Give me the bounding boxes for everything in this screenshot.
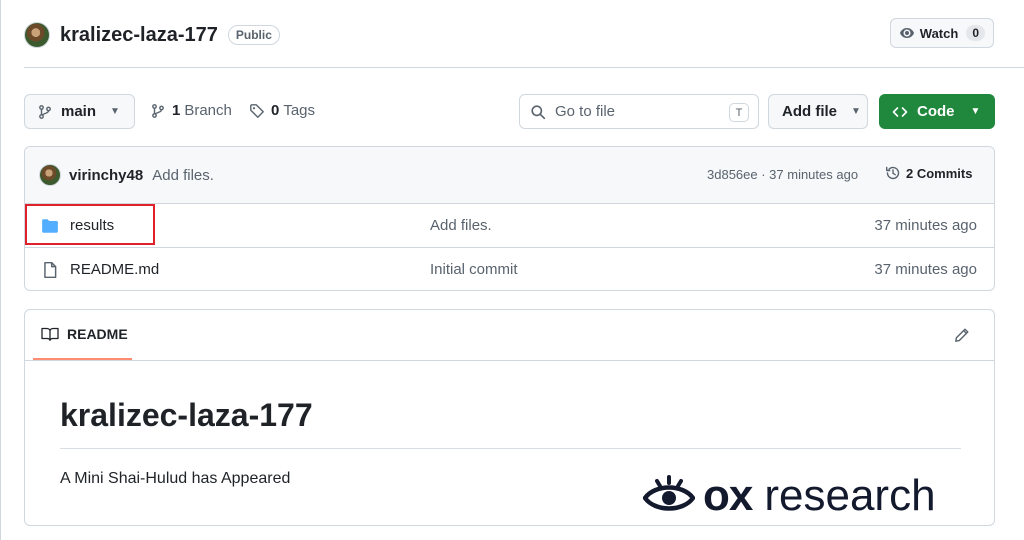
- go-to-file-input[interactable]: Go to file T: [519, 94, 759, 129]
- file-row[interactable]: README.md Initial commit 37 minutes ago: [25, 248, 994, 290]
- code-button[interactable]: Code ▼: [879, 94, 995, 129]
- chevron-down-icon: ▼: [970, 106, 981, 117]
- readme-title-divider: [60, 448, 961, 449]
- book-icon: [41, 327, 59, 341]
- ox-research-logo: ox research: [643, 474, 936, 518]
- code-icon: [892, 106, 908, 117]
- code-label: Code: [917, 103, 955, 120]
- add-file-label: Add file: [782, 103, 837, 120]
- latest-commit-bar: virinchy48 Add files. 3d856ee · 37 minut…: [25, 147, 994, 204]
- header-divider: [24, 67, 1024, 68]
- branch-count-label: Branch: [184, 102, 232, 119]
- window-edge: [0, 0, 1, 540]
- eye-icon: [899, 28, 914, 38]
- readme-header: README: [25, 310, 994, 361]
- file-icon: [44, 261, 57, 279]
- chevron-down-icon: ▼: [110, 106, 120, 117]
- tag-count: 0: [271, 102, 280, 119]
- keyboard-shortcut-hint: T: [729, 103, 749, 122]
- tag-icon: [250, 103, 264, 118]
- commit-meta[interactable]: 3d856ee · 37 minutes ago: [707, 167, 858, 182]
- file-commit-message[interactable]: Add files.: [430, 217, 492, 234]
- commits-count-label: 2 Commits: [906, 165, 973, 181]
- add-file-button[interactable]: Add file ▼: [768, 94, 868, 129]
- active-tab-underline: [33, 358, 132, 360]
- file-commit-time: 37 minutes ago: [874, 261, 977, 278]
- commit-author-avatar[interactable]: [39, 164, 61, 186]
- search-placeholder: Go to file: [555, 103, 616, 120]
- logo-suffix-text: research: [764, 471, 936, 520]
- chevron-down-icon: ▼: [851, 106, 861, 117]
- file-name-link[interactable]: README.md: [70, 261, 159, 278]
- readme-tab-label: README: [67, 326, 128, 342]
- branch-count: 1: [172, 102, 181, 119]
- watch-count: 0: [966, 25, 985, 41]
- search-icon: [531, 104, 546, 119]
- repo-name[interactable]: kralizec-laza-177: [60, 24, 218, 47]
- commit-author[interactable]: virinchy48: [69, 167, 143, 184]
- tab-readme[interactable]: README: [41, 326, 128, 342]
- file-commit-message[interactable]: Initial commit: [430, 261, 518, 278]
- branches-link[interactable]: 1 Branch: [150, 102, 232, 119]
- watch-button[interactable]: Watch 0: [889, 18, 994, 48]
- file-row[interactable]: results Add files. 37 minutes ago: [25, 204, 994, 248]
- branch-icon: [39, 104, 51, 119]
- visibility-badge: Public: [227, 25, 280, 45]
- eye-logo-icon: [643, 475, 695, 511]
- file-commit-time: 37 minutes ago: [874, 217, 977, 234]
- readme-panel: README kralizec-laza-177 A Mini Shai-Hul…: [24, 309, 995, 526]
- logo-brand-text: ox: [703, 471, 753, 520]
- branch-select-button[interactable]: main ▼: [24, 94, 135, 129]
- history-icon: [886, 166, 900, 180]
- commits-history-link[interactable]: 2 Commits: [885, 165, 972, 181]
- watch-label: Watch: [919, 25, 959, 41]
- commit-message[interactable]: Add files.: [152, 167, 214, 184]
- branch-icon: [152, 103, 164, 118]
- pencil-icon[interactable]: [954, 327, 970, 343]
- readme-body-text: A Mini Shai-Hulud has Appeared: [60, 470, 291, 487]
- file-list: virinchy48 Add files. 3d856ee · 37 minut…: [24, 146, 995, 291]
- owner-avatar[interactable]: [24, 22, 50, 48]
- branch-name: main: [61, 103, 97, 120]
- tag-count-label: Tags: [283, 102, 316, 119]
- readme-title: kralizec-laza-177: [60, 397, 313, 433]
- repo-toolbar: main ▼ 1 Branch 0 Tags Go to file T Add …: [24, 94, 995, 129]
- tags-link[interactable]: 0 Tags: [249, 102, 315, 119]
- highlight-annotation-box: [25, 204, 155, 245]
- repo-header: kralizec-laza-177 Public Watch 0: [24, 18, 994, 52]
